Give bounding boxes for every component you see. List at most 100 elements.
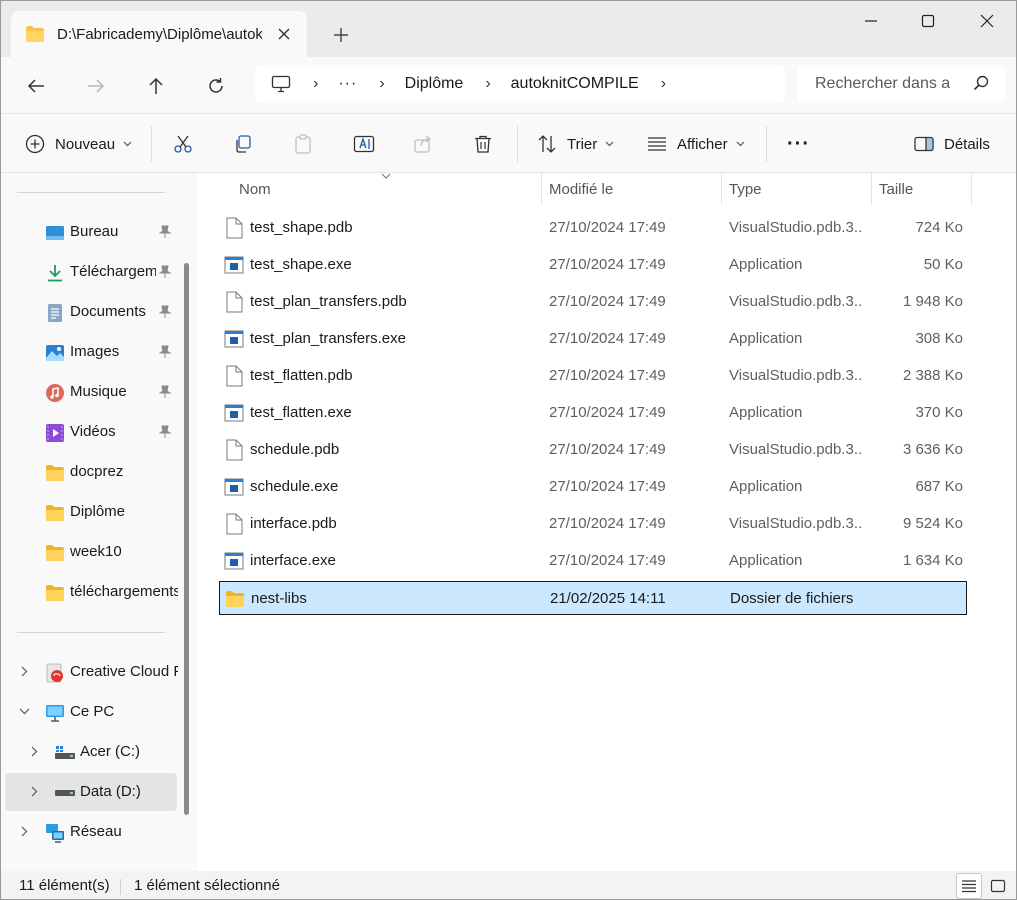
new-tab-icon[interactable] [327,21,355,49]
sidebar-item-acer-c[interactable]: Acer (C:) [5,733,177,771]
file-name: test_flatten.pdb [250,367,353,384]
pin-icon[interactable] [159,345,171,359]
tiles-view-button[interactable] [985,873,1011,899]
breadcrumb-overflow[interactable]: ··· [338,75,357,93]
sidebar-item-label: Acer (C:) [80,743,140,760]
file-row[interactable]: test_flatten.pdb 27/10/2024 17:49 VisualSt… [219,359,967,393]
tab-title: D:\Fabricademy\Diplôme\autoknitCOMPILE [57,25,262,43]
column-header-size[interactable]: Taille [879,173,969,205]
up-arrow-icon[interactable] [139,69,173,103]
delete-button[interactable] [473,128,493,160]
forward-arrow-icon[interactable] [79,69,113,103]
paste-button[interactable] [293,128,313,160]
chevron-down-icon [605,141,614,147]
file-date: 27/10/2024 17:49 [549,404,666,421]
close-icon[interactable] [958,1,1016,41]
file-row[interactable]: test_shape.pdb 27/10/2024 17:49 VisualStud… [219,211,967,245]
file-type: Application [729,330,803,347]
file-size: 2 388 Ko [902,367,963,384]
file-name: schedule.exe [250,478,339,495]
file-row[interactable]: test_shape.exe 27/10/2024 17:49 Applicatio… [219,248,967,282]
sidebar-item-data-d[interactable]: Data (D:) [5,773,177,811]
breadcrumb-current[interactable]: autoknitCOMPILE [511,75,639,93]
sidebar-item-images[interactable]: Images [5,333,177,371]
sidebar-item-reseau[interactable]: Réseau [5,813,177,851]
sidebar-item-week10[interactable]: week10 [5,533,177,571]
sidebar-item-musique[interactable]: Musique [5,373,177,411]
exe-icon [224,402,244,424]
sidebar-scrollbar[interactable] [184,263,189,815]
file-size: 50 Ko [923,256,963,273]
creative-cloud-icon [46,663,63,683]
sidebar-item-videos[interactable]: Vidéos [5,413,177,451]
sidebar-item-ce-pc[interactable]: Ce PC [5,693,177,731]
cut-button[interactable] [173,128,193,160]
new-button[interactable]: Nouveau [25,128,132,160]
column-divider[interactable] [971,173,972,205]
file-row[interactable]: interface.exe 27/10/2024 17:49 Application… [219,544,967,578]
column-header-type[interactable]: Type [729,173,869,205]
file-date: 27/10/2024 17:49 [549,219,666,236]
tab-current-folder[interactable]: D:\Fabricademy\Diplôme\autoknitCOMPILE [11,11,307,57]
pin-icon[interactable] [159,265,171,279]
sidebar-item-telechargements[interactable]: Téléchargements [5,253,177,291]
chevron-down-icon[interactable] [19,708,30,715]
more-options-button[interactable]: ··· [787,128,810,160]
command-bar: Nouveau Trier Afficher ··· Détails [1,113,1016,173]
chevron-right-icon[interactable]: › [661,75,666,93]
column-divider[interactable] [541,173,542,205]
file-name: test_plan_transfers.pdb [250,293,407,310]
chevron-right-icon[interactable] [31,786,38,797]
maximize-icon[interactable] [899,1,957,41]
column-header-name[interactable]: Nom [239,173,539,205]
file-row[interactable]: test_flatten.exe 27/10/2024 17:49 Applicat… [219,396,967,430]
sidebar-item-label: Creative Cloud Files [70,663,178,680]
column-divider[interactable] [871,173,872,205]
file-row[interactable]: schedule.pdb 27/10/2024 17:49 VisualStudio… [219,433,967,467]
column-header-modified[interactable]: Modifié le [549,173,719,205]
column-divider[interactable] [721,173,722,205]
details-button[interactable]: Détails [914,128,990,160]
breadcrumb-diplome[interactable]: Diplôme [405,75,464,93]
file-date: 21/02/2025 14:11 [550,590,666,607]
details-view-button[interactable] [956,873,982,899]
file-type: VisualStudio.pdb.3... [729,219,863,236]
file-row[interactable]: test_plan_transfers.exe 27/10/2024 17:49 A… [219,322,967,356]
sort-button[interactable]: Trier [537,128,614,160]
sidebar-item-documents[interactable]: Documents [5,293,177,331]
chevron-right-icon[interactable] [21,826,28,837]
file-row[interactable]: test_plan_transfers.pdb 27/10/2024 17:49 V… [219,285,967,319]
pin-icon[interactable] [159,225,171,239]
download-icon [48,265,62,282]
copy-button[interactable] [233,128,253,160]
refresh-icon[interactable] [199,69,233,103]
view-button[interactable]: Afficher [647,128,745,160]
chevron-right-icon[interactable] [31,746,38,757]
sidebar-item-label: Ce PC [70,703,115,720]
pin-icon[interactable] [159,425,171,439]
sidebar-item-bureau[interactable]: Bureau [5,213,177,251]
sidebar-item-diplome[interactable]: Diplôme [5,493,177,531]
chevron-right-icon: › [485,75,491,92]
file-row[interactable]: nest-libs 21/02/2025 14:11 Dossier de fich… [219,581,967,615]
chevron-down-icon [123,141,132,147]
file-row[interactable]: interface.pdb 27/10/2024 17:49 VisualStudi… [219,507,967,541]
status-divider [120,879,121,895]
folder-icon [46,585,64,601]
pin-icon[interactable] [159,385,171,399]
folder-icon [46,505,64,521]
minimize-icon[interactable] [842,1,900,41]
back-arrow-icon[interactable] [19,69,53,103]
sidebar-item-telechargements-folder[interactable]: téléchargements [5,573,178,611]
sidebar-item-docprez[interactable]: docprez [5,453,177,491]
share-button[interactable] [413,128,433,160]
pin-icon[interactable] [159,305,171,319]
tab-close-icon[interactable] [273,23,295,45]
chevron-right-icon[interactable] [21,666,28,677]
rename-button[interactable] [353,128,375,160]
address-field[interactable]: › ··· › Diplôme › autoknitCOMPILE › [255,65,785,103]
pc-monitor-icon [271,75,291,93]
search-input[interactable]: Rechercher dans autoknitCOMPILE [797,65,1005,103]
file-row[interactable]: schedule.exe 27/10/2024 17:49 Application 6… [219,470,967,504]
sidebar-item-creative-cloud[interactable]: Creative Cloud Files [5,653,178,691]
